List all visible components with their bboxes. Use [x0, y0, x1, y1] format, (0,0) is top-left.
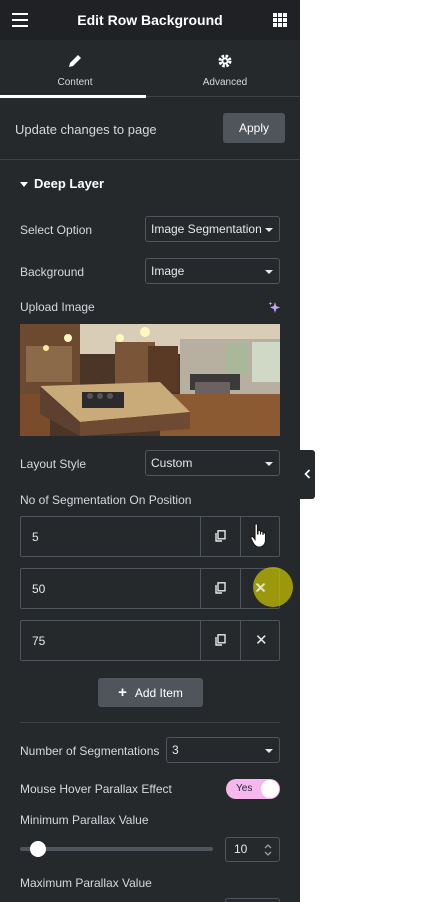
min-parallax-label: Minimum Parallax Value: [20, 813, 149, 827]
toggle-label: Yes: [236, 783, 253, 794]
editor-panel: Edit Row Background Content Advanced Upd…: [0, 0, 300, 902]
section-header-deep-layer[interactable]: Deep Layer: [20, 176, 104, 191]
duplicate-button[interactable]: [200, 569, 240, 608]
update-bar: Update changes to page Apply: [0, 98, 300, 160]
gear-icon: [218, 54, 232, 68]
top-bar: Edit Row Background: [0, 0, 300, 40]
tab-bar: Content Advanced: [0, 40, 300, 98]
max-parallax-input[interactable]: [225, 898, 280, 902]
close-icon[interactable]: ✕: [254, 579, 267, 597]
copy-icon: [215, 582, 226, 594]
repeater-item-value: 5: [32, 530, 39, 544]
divider: [20, 722, 280, 723]
select-option-value: Image Segmentation: [151, 222, 262, 236]
chevron-left-icon: [304, 469, 311, 479]
repeater-item[interactable]: 5: [20, 516, 280, 557]
chevron-down-icon: [265, 228, 273, 232]
grid-icon[interactable]: [273, 13, 287, 27]
duplicate-button[interactable]: [200, 517, 240, 556]
repeater-item-value: 50: [32, 582, 46, 596]
hand-cursor-icon: [250, 523, 267, 548]
repeater-item[interactable]: 75 ✕: [20, 620, 280, 661]
layout-style-value: Custom: [151, 456, 193, 470]
mouse-hover-parallax-label: Mouse Hover Parallax Effect: [20, 782, 172, 796]
min-parallax-input[interactable]: 10: [225, 837, 280, 862]
pencil-icon: [69, 55, 81, 67]
select-option-dropdown[interactable]: Image Segmentation: [145, 216, 280, 242]
collapse-panel-button[interactable]: [300, 450, 315, 499]
min-parallax-slider-track[interactable]: [20, 847, 213, 851]
toggle-knob: [261, 780, 279, 798]
chevron-down-icon: [265, 749, 273, 753]
select-option-label: Select Option: [20, 223, 93, 237]
repeater-item-value: 75: [32, 634, 46, 648]
number-of-segmentations-value: 3: [172, 743, 179, 757]
background-value: Image: [151, 264, 185, 278]
tab-content-label: Content: [57, 77, 93, 88]
section-title: Deep Layer: [34, 176, 105, 191]
max-parallax-label: Maximum Parallax Value: [20, 876, 152, 890]
tab-advanced-label: Advanced: [202, 77, 248, 88]
layout-style-label: Layout Style: [20, 457, 87, 471]
repeater-item[interactable]: 50 ✕: [20, 568, 280, 609]
kitchen-photo: [20, 324, 280, 436]
parallax-toggle[interactable]: Yes: [226, 779, 280, 799]
chevron-down-icon: [265, 270, 273, 274]
min-parallax-slider-thumb[interactable]: [30, 841, 46, 857]
plus-icon: +: [118, 684, 127, 701]
upload-image-label: Upload Image: [20, 300, 95, 314]
tab-content[interactable]: Content: [0, 40, 150, 98]
number-of-segmentations-dropdown[interactable]: 3: [166, 737, 280, 763]
copy-icon: [215, 530, 226, 542]
sparkle-icon[interactable]: [268, 301, 281, 314]
background-dropdown[interactable]: Image: [145, 258, 280, 284]
panel-title: Edit Row Background: [77, 12, 223, 28]
layout-style-dropdown[interactable]: Custom: [145, 450, 280, 476]
delete-button[interactable]: ✕: [240, 621, 280, 660]
add-item-label: Add Item: [134, 686, 183, 700]
min-parallax-value: 10: [234, 842, 248, 856]
chevron-down-icon: [265, 462, 273, 466]
caret-down-icon: [20, 182, 28, 188]
tab-advanced[interactable]: Advanced: [150, 40, 300, 97]
add-item-button[interactable]: + Add Item: [98, 678, 203, 707]
copy-icon: [215, 634, 226, 646]
uploaded-image-preview[interactable]: [20, 324, 280, 436]
apply-button[interactable]: Apply: [223, 113, 285, 143]
close-icon: ✕: [255, 632, 268, 649]
segmentation-position-label: No of Segmentation On Position: [20, 493, 192, 507]
update-text: Update changes to page: [15, 122, 157, 137]
duplicate-button[interactable]: [200, 621, 240, 660]
number-of-segmentations-label: Number of Segmentations: [20, 744, 160, 758]
spinner-icon[interactable]: [263, 841, 273, 859]
background-label: Background: [20, 265, 85, 279]
